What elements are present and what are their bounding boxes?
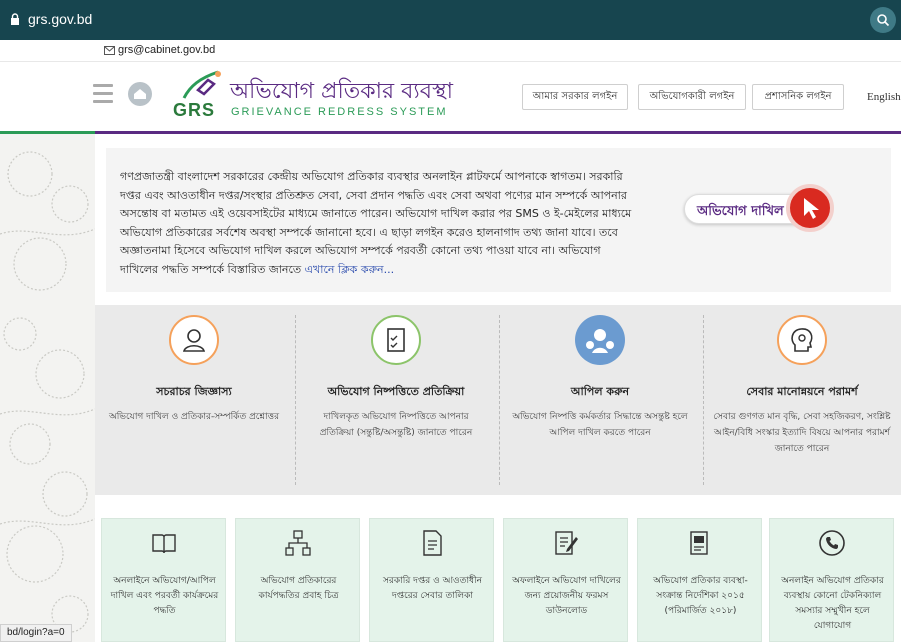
link-text: অভিযোগ প্রতিকারের কার্যপদ্ধতির প্রবাহ চি…: [258, 576, 339, 601]
clipboard-check-icon: [371, 315, 421, 365]
services-section: সচরাচর জিজ্ঞাস্য অভিযোগ দাখিল ও প্রতিকার…: [95, 305, 901, 495]
link-card-service-list[interactable]: সরকারি দপ্তর ও আওতাধীন দপ্তরের সেবার তাল…: [369, 518, 494, 642]
service-title: সচরাচর জিজ্ঞাস্য: [156, 385, 232, 398]
link-text: অফলাইনে অভিযোগ দাখিলের জন্য প্রয়োজনীয় …: [512, 576, 621, 616]
status-bar-url: bd/login?a=0: [0, 624, 72, 642]
logo-subtitle: GRIEVANCE REDRESS SYSTEM: [231, 106, 448, 118]
link-card-forms[interactable]: অফলাইনে অভিযোগ দাখিলের জন্য প্রয়োজনীয় …: [503, 518, 628, 642]
people-appeal-icon: [575, 315, 625, 365]
home-icon[interactable]: [128, 82, 152, 106]
intro-paragraph: গণপ্রজাতন্ত্রী বাংলাদেশ সরকারের কেন্দ্রী…: [120, 170, 632, 276]
complaint-label: অভিযোগ দাখিল: [697, 204, 784, 219]
amar-sarkar-login-button[interactable]: আমার সরকার লগইন: [522, 84, 628, 110]
contact-strip: grs@cabinet.gov.bd: [0, 40, 901, 62]
divider: [499, 315, 500, 485]
service-suggestion[interactable]: সেবার মানোন্নয়নে পরামর্শ সেবার গুণগত মা…: [703, 305, 901, 495]
header-divider: [0, 131, 901, 134]
browser-address-bar: grs.gov.bd: [0, 0, 901, 40]
click-here-link[interactable]: এখানে ক্লিক করুন...: [305, 263, 394, 276]
decorative-pattern: [0, 134, 95, 642]
complainant-login-button[interactable]: অভিযোগকারী লগইন: [638, 84, 746, 110]
grs-logo-icon: [182, 70, 221, 99]
search-button[interactable]: [870, 7, 896, 33]
resource-links: অনলাইনে অভিযোগ/আপিল দাখিল এবং পরবর্তী কা…: [95, 506, 901, 642]
service-title: সেবার মানোন্নয়নে পরামর্শ: [746, 385, 858, 398]
contact-email[interactable]: grs@cabinet.gov.bd: [118, 44, 215, 56]
document-list-icon: [423, 530, 442, 556]
link-text: অনলাইনে অভিযোগ/আপিল দাখিল এবং পরবর্তী কা…: [110, 576, 219, 616]
site-header: GRS অভিযোগ প্রতিকার ব্যবস্থা GRIEVANCE R…: [0, 62, 901, 132]
link-card-contact[interactable]: অনলাইন অভিযোগ প্রতিকার ব্যবস্থায় কোনো ট…: [769, 518, 894, 642]
guideline-doc-icon: [690, 531, 708, 555]
service-desc: অভিযোগ নিষ্পত্তি কর্মকর্তার সিদ্ধান্তে অ…: [512, 412, 688, 438]
admin-login-button[interactable]: প্রশাসনিক লগইন: [752, 84, 844, 110]
cursor-icon: [804, 198, 819, 219]
alpana-pattern-icon: [0, 151, 95, 633]
link-text: সরকারি দপ্তর ও আওতাধীন দপ্তরের সেবার তাল…: [382, 576, 483, 601]
service-desc: অভিযোগ দাখিল ও প্রতিকার-সম্পর্কিত প্রশ্ন…: [108, 412, 280, 422]
service-desc: দাখিলকৃত অভিযোগ নিষ্পত্তিতে আপনার প্রতিক…: [319, 412, 473, 438]
intro-text: গণপ্রজাতন্ত্রী বাংলাদেশ সরকারের কেন্দ্রী…: [120, 168, 632, 279]
house-glyph-icon: [134, 89, 146, 99]
book-icon: [152, 534, 176, 554]
link-card-guideline[interactable]: অভিযোগ প্রতিকার ব্যবস্থা-সংক্রান্ত নির্দ…: [637, 518, 762, 642]
service-appeal[interactable]: আপিল করুন অভিযোগ নিষ্পত্তি কর্মকর্তার সি…: [501, 305, 699, 495]
head-idea-icon: [777, 315, 827, 365]
logo-abbreviation: GRS: [173, 100, 216, 120]
form-edit-icon: [555, 531, 578, 555]
service-feedback[interactable]: অভিযোগ নিষ্পত্তিতে প্রতিক্রিয়া দাখিলকৃত…: [297, 305, 495, 495]
link-card-flowchart[interactable]: অভিযোগ প্রতিকারের কার্যপদ্ধতির প্রবাহ চি…: [235, 518, 360, 642]
service-desc: সেবার গুণগত মান বৃদ্ধি, সেবা সহজিকরণ, সং…: [713, 412, 891, 454]
search-icon: [877, 14, 890, 27]
intro-panel: গণপ্রজাতন্ত্রী বাংলাদেশ সরকারের কেন্দ্রী…: [106, 148, 891, 292]
phone-icon: [819, 530, 845, 556]
lock-icon: [11, 13, 19, 25]
service-faq[interactable]: সচরাচর জিজ্ঞাস্য অভিযোগ দাখিল ও প্রতিকার…: [95, 305, 293, 495]
link-text: অভিযোগ প্রতিকার ব্যবস্থা-সংক্রান্ত নির্দ…: [653, 576, 748, 616]
service-title: আপিল করুন: [570, 385, 630, 398]
complaint-circle: [786, 184, 834, 232]
submit-complaint-button[interactable]: অভিযোগ দাখিল: [684, 184, 834, 234]
hamburger-menu-icon[interactable]: [93, 84, 113, 106]
divider: [295, 315, 296, 485]
language-toggle[interactable]: English: [867, 91, 901, 103]
flowchart-icon: [285, 530, 311, 556]
link-text: অনলাইন অভিযোগ প্রতিকার ব্যবস্থায় কোনো ট…: [781, 576, 884, 631]
user-question-icon: [169, 315, 219, 365]
service-title: অভিযোগ নিষ্পত্তিতে প্রতিক্রিয়া: [327, 385, 465, 398]
address-url[interactable]: grs.gov.bd: [28, 11, 92, 27]
link-card-procedure[interactable]: অনলাইনে অভিযোগ/আপিল দাখিল এবং পরবর্তী কা…: [101, 518, 226, 642]
mail-icon: [104, 46, 115, 55]
